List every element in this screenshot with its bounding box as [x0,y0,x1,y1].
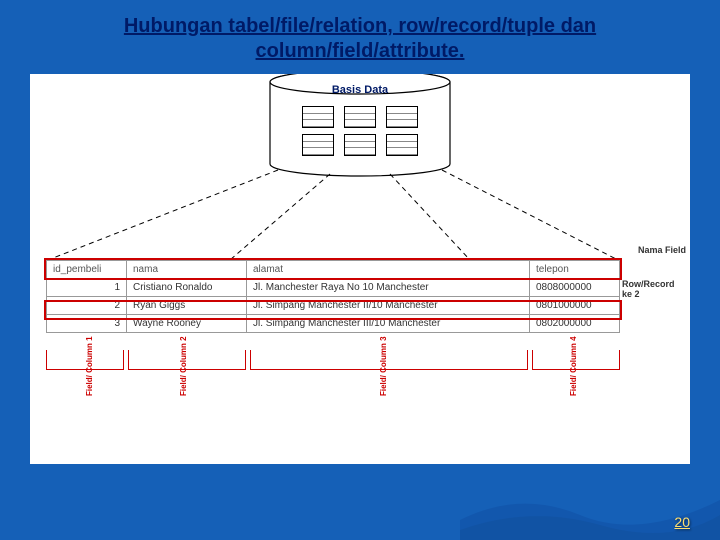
cell: Ryan Giggs [127,297,247,315]
decorative-wave [460,480,720,540]
col-header: id_pembeli [47,261,127,279]
cell: Jl. Simpang Manchester III/10 Manchester [247,315,530,333]
mini-table [386,134,418,156]
page-number: 20 [674,514,690,530]
col-header: nama [127,261,247,279]
cell: Jl. Manchester Raya No 10 Manchester [247,279,530,297]
mini-table [302,106,334,128]
table-row: 2 Ryan Giggs Jl. Simpang Manchester II/1… [47,297,620,315]
column-label: Field/ Column 4 [570,336,579,396]
data-table-wrapper: id_pembeli nama alamat telepon 1 Cristia… [46,260,620,333]
col-header: telepon [530,261,620,279]
column-label: Field/ Column 2 [180,336,189,396]
bracket [250,350,528,370]
database-label: Basis Data [332,84,388,96]
diagram-canvas: Basis Data id_pembeli nama alamat telepo… [30,74,690,464]
cell: 1 [47,279,127,297]
column-label: Field/ Column 3 [380,336,389,396]
cell: 0801000000 [530,297,620,315]
cell: 3 [47,315,127,333]
cell: Wayne Rooney [127,315,247,333]
slide-title: Hubungan tabel/file/relation, row/record… [0,0,720,70]
data-table: id_pembeli nama alamat telepon 1 Cristia… [46,260,620,333]
cell: 0808000000 [530,279,620,297]
table-row: 1 Cristiano Ronaldo Jl. Manchester Raya … [47,279,620,297]
mini-table [386,106,418,128]
mini-table [344,134,376,156]
mini-table [344,106,376,128]
mini-table-grid [302,106,418,156]
cell: 2 [47,297,127,315]
table-row: 3 Wayne Rooney Jl. Simpang Manchester II… [47,315,620,333]
field-name-label: Nama Field [638,246,686,256]
cell: Jl. Simpang Manchester II/10 Manchester [247,297,530,315]
mini-table [302,134,334,156]
row-record-label: Row/Record ke 2 [622,280,686,300]
column-label: Field/ Column 1 [86,336,95,396]
col-header: alamat [247,261,530,279]
cell: Cristiano Ronaldo [127,279,247,297]
column-brackets [46,350,620,378]
cell: 0802000000 [530,315,620,333]
table-header-row: id_pembeli nama alamat telepon [47,261,620,279]
